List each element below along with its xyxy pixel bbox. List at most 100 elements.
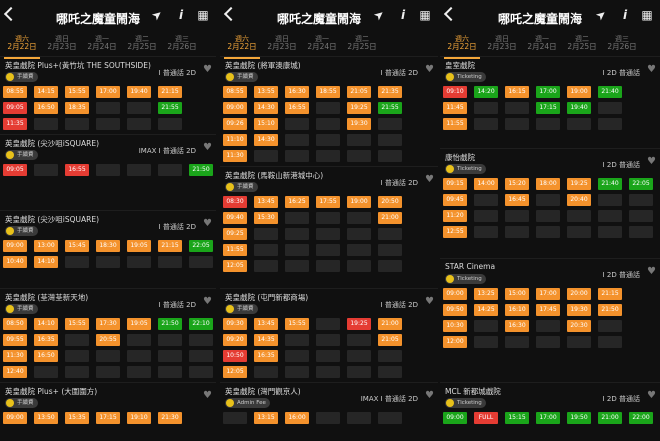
showtime-button[interactable]: 11:35: [3, 118, 27, 130]
showtime-button[interactable]: 11:30: [223, 150, 247, 162]
favorite-heart-icon[interactable]: ♥: [203, 296, 212, 307]
showtime-button[interactable]: 21:40: [598, 178, 622, 190]
showtime-button[interactable]: 14:15: [34, 86, 58, 98]
favorite-heart-icon[interactable]: ♥: [425, 296, 434, 307]
cinema-name[interactable]: 皇室戲院: [445, 60, 475, 71]
showtime-button[interactable]: 12:05: [223, 366, 247, 378]
showtime-button[interactable]: 13:50: [34, 412, 58, 424]
showtime-button[interactable]: 16:55: [285, 102, 309, 114]
showtime-button[interactable]: 11:30: [3, 350, 27, 362]
showtime-button[interactable]: 09:20: [223, 334, 247, 346]
showtime-button[interactable]: 14:10: [34, 256, 58, 268]
showtime-button[interactable]: 20:30: [567, 320, 591, 332]
showtime-button[interactable]: 21:35: [378, 86, 402, 98]
favorite-heart-icon[interactable]: ♥: [203, 218, 212, 229]
showtime-button[interactable]: 19:40: [567, 102, 591, 114]
date-tab[interactable]: 週二 2月25日: [564, 35, 600, 51]
showtime-button[interactable]: 14:00: [474, 178, 498, 190]
showtime-button[interactable]: 19:50: [567, 412, 591, 424]
showtime-button[interactable]: 14:30: [254, 102, 278, 114]
showtime-button[interactable]: 19:25: [347, 102, 371, 114]
date-tab[interactable]: 週二 2月25日: [124, 35, 160, 51]
showtime-button[interactable]: 09:00: [443, 288, 467, 300]
showtime-button[interactable]: 11:55: [443, 118, 467, 130]
showtime-button[interactable]: 22:10: [189, 318, 213, 330]
showtime-button[interactable]: 09:00: [223, 102, 247, 114]
favorite-heart-icon[interactable]: ♥: [647, 390, 656, 401]
cinema-name[interactable]: 英皇戲院 (屯門新都商場): [225, 292, 308, 303]
showtime-button[interactable]: 16:30: [505, 320, 529, 332]
showtime-button[interactable]: 15:55: [65, 86, 89, 98]
cinema-name[interactable]: 英皇戲院 (尖沙咀iSQUARE): [5, 138, 99, 149]
showtime-button[interactable]: 09:55: [3, 334, 27, 346]
showtime-button[interactable]: FULL: [474, 412, 498, 424]
showtime-button[interactable]: 12:40: [3, 366, 27, 378]
showtime-button[interactable]: 09:05: [3, 164, 27, 176]
showtime-button[interactable]: 11:20: [443, 210, 467, 222]
showtime-button[interactable]: 21:15: [158, 240, 182, 252]
showtime-button[interactable]: 17:15: [536, 102, 560, 114]
showtime-button[interactable]: 22:05: [189, 240, 213, 252]
showtime-button[interactable]: 09:00: [3, 412, 27, 424]
showtime-button[interactable]: 16:35: [254, 350, 278, 362]
showtime-button[interactable]: 09:40: [223, 212, 247, 224]
calendar-icon[interactable]: ▦: [196, 8, 210, 22]
showtime-button[interactable]: 19:40: [127, 86, 151, 98]
showtime-button[interactable]: 09:45: [443, 194, 467, 206]
showtime-button[interactable]: 20:55: [96, 334, 120, 346]
showtime-button[interactable]: 09:05: [3, 102, 27, 114]
showtime-button[interactable]: 16:50: [34, 102, 58, 114]
showtime-button[interactable]: 14:25: [474, 304, 498, 316]
showtime-button[interactable]: 17:55: [316, 196, 340, 208]
cinema-name[interactable]: 英皇戲院 (荃灣荃新天地): [5, 292, 88, 303]
showtime-button[interactable]: 21:00: [378, 212, 402, 224]
cinema-name[interactable]: 英皇戲院 Plus+ (大圍圍方): [5, 386, 97, 397]
cinema-name[interactable]: 英皇戲院 Plus+(黃竹坑 THE SOUTHSIDE): [5, 60, 151, 71]
showtime-button[interactable]: 17:00: [536, 412, 560, 424]
showtime-button[interactable]: 15:00: [505, 288, 529, 300]
showtime-button[interactable]: 16:55: [65, 164, 89, 176]
showtime-button[interactable]: 17:45: [536, 304, 560, 316]
showtime-button[interactable]: 13:15: [254, 412, 278, 424]
showtime-button[interactable]: 13:55: [254, 86, 278, 98]
showtime-button[interactable]: 18:30: [96, 240, 120, 252]
favorite-heart-icon[interactable]: ♥: [647, 64, 656, 75]
showtime-button[interactable]: 09:26: [223, 118, 247, 130]
showtime-button[interactable]: 15:10: [254, 118, 278, 130]
showtime-button[interactable]: 16:25: [285, 196, 309, 208]
showtime-button[interactable]: 08:50: [3, 318, 27, 330]
showtime-button[interactable]: 13:00: [34, 240, 58, 252]
showtime-button[interactable]: 13:45: [254, 318, 278, 330]
favorite-heart-icon[interactable]: ♥: [425, 64, 434, 75]
showtime-button[interactable]: 16:50: [34, 350, 58, 362]
cinema-name[interactable]: 英皇戲院 (尖沙咀iSQUARE): [5, 214, 99, 225]
showtime-button[interactable]: 17:00: [536, 86, 560, 98]
showtime-button[interactable]: 13:25: [474, 288, 498, 300]
favorite-heart-icon[interactable]: ♥: [203, 64, 212, 75]
showtime-button[interactable]: 16:00: [285, 412, 309, 424]
showtime-button[interactable]: 21:15: [158, 86, 182, 98]
favorite-heart-icon[interactable]: ♥: [647, 266, 656, 277]
showtime-button[interactable]: 14:30: [254, 134, 278, 146]
favorite-heart-icon[interactable]: ♥: [203, 142, 212, 153]
showtime-button[interactable]: 15:35: [65, 412, 89, 424]
showtime-button[interactable]: 13:45: [254, 196, 278, 208]
date-tab[interactable]: 週六 2月22日: [224, 35, 260, 51]
calendar-icon[interactable]: ▦: [640, 8, 654, 22]
showtime-button[interactable]: 18:55: [316, 86, 340, 98]
showtime-button[interactable]: 21:55: [158, 102, 182, 114]
showtime-button[interactable]: 19:05: [127, 318, 151, 330]
showtime-button[interactable]: 09:50: [443, 304, 467, 316]
showtime-button[interactable]: 22:00: [629, 412, 653, 424]
showtime-button[interactable]: 09:00: [3, 240, 27, 252]
cinema-name[interactable]: 康怡戲院: [445, 152, 475, 163]
showtime-button[interactable]: 17:00: [536, 288, 560, 300]
showtime-button[interactable]: 15:30: [254, 212, 278, 224]
cinema-name[interactable]: 英皇戲院 (灣門觀京人): [225, 386, 301, 397]
showtime-button[interactable]: 15:20: [505, 178, 529, 190]
showtime-button[interactable]: 10:40: [3, 256, 27, 268]
showtime-button[interactable]: 21:30: [158, 412, 182, 424]
favorite-heart-icon[interactable]: ♥: [647, 156, 656, 167]
date-tab[interactable]: 週三 2月26日: [604, 35, 640, 51]
showtime-button[interactable]: 09:25: [223, 228, 247, 240]
